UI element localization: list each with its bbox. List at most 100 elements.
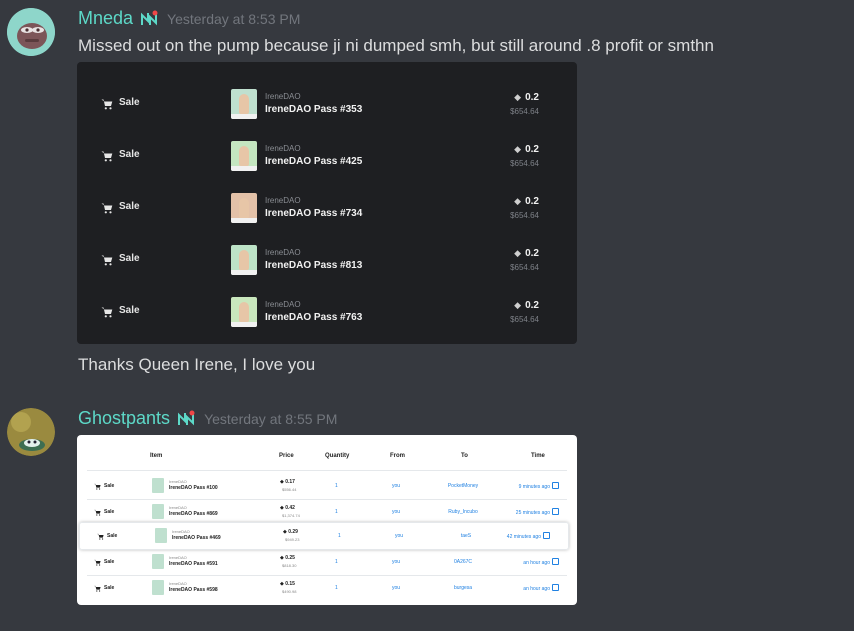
nft-thumbnail[interactable] bbox=[231, 193, 257, 223]
cart-icon bbox=[94, 585, 101, 592]
nft-thumbnail[interactable] bbox=[231, 141, 257, 171]
collection-name[interactable]: IreneDAO bbox=[265, 144, 301, 153]
sale-row[interactable]: Sale IreneDAO IreneDAO Pass #353 ◆ 0.2 $654.6… bbox=[77, 80, 577, 132]
to-link[interactable]: taeS bbox=[461, 533, 471, 539]
usd-price: $654.64 bbox=[510, 211, 539, 220]
time-value[interactable]: an hour ago bbox=[523, 560, 550, 566]
price: ◆ 0.2 bbox=[514, 300, 539, 311]
price: ◆ 0.29 bbox=[283, 529, 298, 535]
to-link[interactable]: 0A267C bbox=[454, 559, 472, 565]
sale-row[interactable]: Sale IreneDAO IreneDAO Pass #425 ◆ 0.2 $654.6… bbox=[77, 132, 577, 184]
nft-thumbnail[interactable] bbox=[231, 297, 257, 327]
nft-thumbnail[interactable] bbox=[152, 580, 164, 595]
time-link[interactable]: 9 minutes ago bbox=[519, 482, 559, 490]
external-link-icon[interactable] bbox=[552, 482, 559, 489]
nft-badge-icon[interactable] bbox=[139, 9, 159, 29]
item-name[interactable]: IreneDAO Pass #425 bbox=[265, 156, 362, 167]
sale-row[interactable]: Sale IreneDAO IreneDAO Pass #734 ◆ 0.2 $654.6… bbox=[77, 184, 577, 236]
to-link[interactable]: Ruby_Incubo bbox=[448, 509, 477, 515]
price-value: 0.17 bbox=[285, 479, 295, 485]
item-name[interactable]: IreneDAO Pass #100 bbox=[169, 485, 218, 491]
event-label: Sale bbox=[119, 305, 140, 316]
time-value[interactable]: an hour ago bbox=[523, 586, 550, 592]
avatar-mneda[interactable] bbox=[7, 8, 55, 56]
cart-icon bbox=[101, 99, 113, 110]
cart-icon bbox=[101, 151, 113, 162]
time-link[interactable]: an hour ago bbox=[523, 584, 559, 592]
time-value[interactable]: 25 minutes ago bbox=[516, 510, 550, 516]
nft-badge-icon[interactable] bbox=[176, 409, 196, 429]
item-name[interactable]: IreneDAO Pass #591 bbox=[169, 561, 218, 567]
event-label: Sale bbox=[107, 533, 118, 539]
item-name[interactable]: IreneDAO Pass #734 bbox=[265, 208, 362, 219]
username[interactable]: Mneda bbox=[78, 8, 133, 29]
message-header: Ghostpants Yesterday at 8:55 PM bbox=[78, 408, 337, 429]
avatar-image bbox=[7, 8, 55, 56]
external-link-icon[interactable] bbox=[552, 584, 559, 591]
item-name[interactable]: IreneDAO Pass #598 bbox=[169, 587, 218, 593]
username[interactable]: Ghostpants bbox=[78, 408, 170, 429]
time-value[interactable]: 9 minutes ago bbox=[519, 484, 550, 490]
cart-icon bbox=[94, 509, 101, 516]
collection-name[interactable]: IreneDAO bbox=[265, 92, 301, 101]
to-link[interactable]: PocketMoney bbox=[448, 483, 478, 489]
nft-thumbnail[interactable] bbox=[152, 478, 164, 493]
nft-thumbnail[interactable] bbox=[231, 89, 257, 119]
from-link[interactable]: you bbox=[395, 533, 403, 539]
col-header-item: Item bbox=[150, 453, 163, 459]
usd-price: $654.64 bbox=[510, 263, 539, 272]
sale-row[interactable]: Sale IreneDAO IreneDAO Pass #813 ◆ 0.2 $654.6… bbox=[77, 236, 577, 288]
collection-name[interactable]: IreneDAO bbox=[169, 479, 187, 484]
from-link[interactable]: you bbox=[392, 509, 400, 515]
timestamp[interactable]: Yesterday at 8:53 PM bbox=[167, 11, 300, 27]
quantity: 1 bbox=[335, 509, 338, 515]
avatar-ghostpants[interactable] bbox=[7, 408, 55, 456]
external-link-icon[interactable] bbox=[543, 532, 550, 539]
header-divider bbox=[87, 470, 567, 471]
event-label: Sale bbox=[104, 559, 115, 565]
table-row[interactable]: Sale IreneDAO IreneDAO Pass #598 ◆ 0.15 $490… bbox=[77, 575, 577, 601]
item-name[interactable]: IreneDAO Pass #353 bbox=[265, 104, 362, 115]
time-link[interactable]: 25 minutes ago bbox=[516, 508, 559, 516]
table-row[interactable]: Sale IreneDAO IreneDAO Pass #100 ◆ 0.17 $556… bbox=[77, 473, 577, 499]
price: ◆ 0.25 bbox=[280, 555, 295, 561]
from-link[interactable]: you bbox=[392, 559, 400, 565]
from-link[interactable]: you bbox=[392, 483, 400, 489]
item-name[interactable]: IreneDAO Pass #813 bbox=[265, 260, 362, 271]
to-link[interactable]: burgesa bbox=[454, 585, 472, 591]
sales-embed-light[interactable]: Item Price Quantity From To Time Sale Ire… bbox=[77, 435, 577, 605]
item-name[interactable]: IreneDAO Pass #869 bbox=[169, 511, 218, 517]
price-value: 0.2 bbox=[525, 92, 539, 103]
time-value[interactable]: 42 minutes ago bbox=[507, 534, 541, 540]
collection-name[interactable]: IreneDAO bbox=[265, 300, 301, 309]
external-link-icon[interactable] bbox=[552, 558, 559, 565]
from-link[interactable]: you bbox=[392, 585, 400, 591]
collection-name[interactable]: IreneDAO bbox=[265, 248, 301, 257]
eth-icon: ◆ bbox=[514, 144, 522, 154]
nft-thumbnail[interactable] bbox=[152, 504, 164, 519]
collection-name[interactable]: IreneDAO bbox=[265, 196, 301, 205]
timestamp[interactable]: Yesterday at 8:55 PM bbox=[204, 411, 337, 427]
time-link[interactable]: an hour ago bbox=[523, 558, 559, 566]
item-name[interactable]: IreneDAO Pass #469 bbox=[172, 535, 221, 541]
collection-name[interactable]: IreneDAO bbox=[169, 581, 187, 586]
event-label: Sale bbox=[119, 201, 140, 212]
event-label: Sale bbox=[104, 585, 115, 591]
price-value: 0.2 bbox=[525, 144, 539, 155]
price: ◆ 0.17 bbox=[280, 479, 295, 485]
item-name[interactable]: IreneDAO Pass #763 bbox=[265, 312, 362, 323]
collection-name[interactable]: IreneDAO bbox=[169, 505, 187, 510]
external-link-icon[interactable] bbox=[552, 508, 559, 515]
collection-name[interactable]: IreneDAO bbox=[169, 555, 187, 560]
collection-name[interactable]: IreneDAO bbox=[172, 529, 190, 534]
sale-row[interactable]: Sale IreneDAO IreneDAO Pass #763 ◆ 0.2 $654.6… bbox=[77, 288, 577, 340]
sales-embed-dark[interactable]: Sale IreneDAO IreneDAO Pass #353 ◆ 0.2 $654.6… bbox=[77, 62, 577, 344]
time-link[interactable]: 42 minutes ago bbox=[507, 532, 550, 540]
nft-thumbnail[interactable] bbox=[231, 245, 257, 275]
cart-icon bbox=[101, 203, 113, 214]
nft-thumbnail[interactable] bbox=[155, 528, 167, 543]
price: ◆ 0.2 bbox=[514, 248, 539, 259]
table-row[interactable]: Sale IreneDAO IreneDAO Pass #591 ◆ 0.25 $818… bbox=[77, 549, 577, 575]
table-row[interactable]: Sale IreneDAO IreneDAO Pass #469 ◆ 0.29 $949… bbox=[79, 522, 569, 550]
nft-thumbnail[interactable] bbox=[152, 554, 164, 569]
